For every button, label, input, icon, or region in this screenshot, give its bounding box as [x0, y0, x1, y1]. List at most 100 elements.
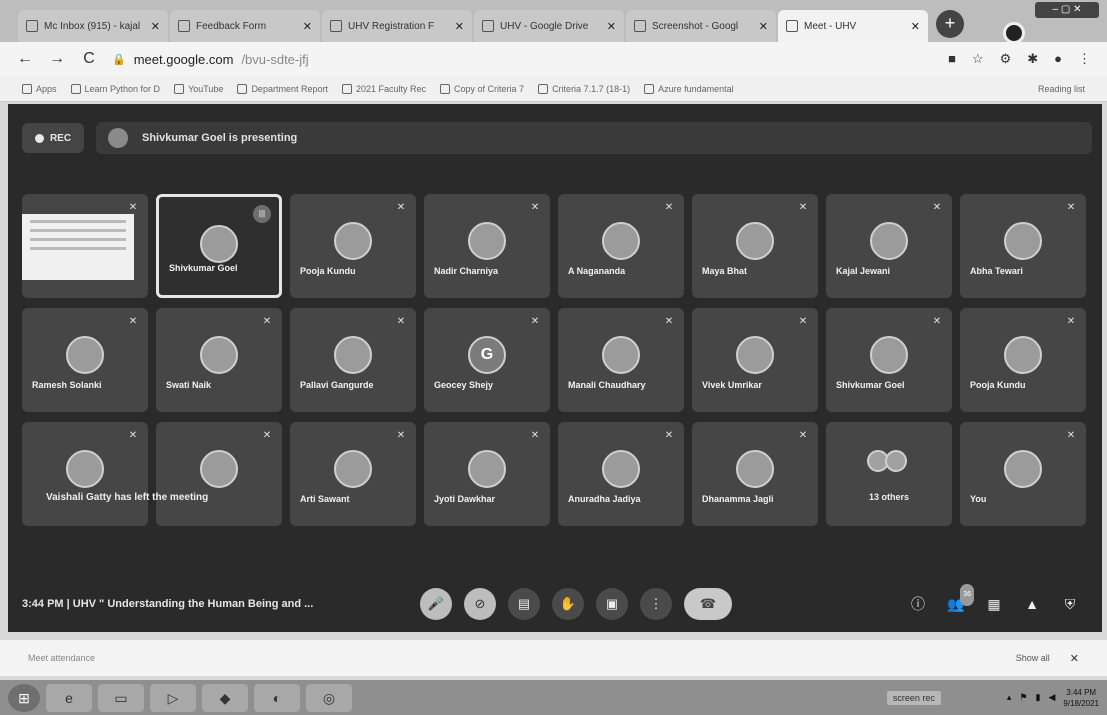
participant-tile[interactable]: ✕ Shivkumar Goel [826, 308, 952, 412]
mic-muted-icon: ✕ [1066, 316, 1076, 327]
volume-icon[interactable]: ◀ [1048, 692, 1055, 703]
host-controls-icon[interactable]: ⛨ [1060, 594, 1080, 614]
participant-avatar [334, 222, 372, 260]
chrome-icon[interactable]: ◎ [306, 683, 352, 712]
bookmark-item[interactable]: YouTube [174, 83, 224, 94]
captions-button[interactable]: ▤ [508, 588, 540, 620]
participant-tile[interactable]: ✕ Anuradha Jadiya [558, 422, 684, 526]
speaking-indicator-icon: ||| [253, 205, 271, 223]
people-icon[interactable]: 👥 36 [946, 584, 974, 614]
participant-tile[interactable]: ✕ Maya Bhat [692, 194, 818, 298]
close-icon[interactable]: ✕ [1070, 652, 1079, 665]
participant-name: Manali Chaudhary [568, 380, 646, 390]
participant-tile[interactable]: ✕ [22, 194, 148, 298]
participant-tile[interactable]: ✕ Dhanamma Jagli [692, 422, 818, 526]
participant-tile[interactable]: ✕ Pallavi Gangurde [290, 308, 416, 412]
bookmark-label: YouTube [188, 83, 224, 94]
bookmark-item[interactable]: Criteria 7.1.7 (18-1) [538, 83, 630, 94]
bookmark-item[interactable]: Apps [22, 83, 57, 94]
participant-tile[interactable]: ✕ Ramesh Solanki [22, 308, 148, 412]
leave-call-button[interactable]: ☎ [684, 588, 732, 620]
profile-icon[interactable] [1003, 22, 1025, 44]
url-field[interactable]: 🔒 meet.google.com/bvu-sdte-jfj [112, 52, 309, 67]
participant-tile[interactable]: ✕ Swati Naik [156, 308, 282, 412]
participant-tile[interactable]: ✕ G Geocey Shejy [424, 308, 550, 412]
participant-tile[interactable]: ✕ A Nagananda [558, 194, 684, 298]
tab-close-icon[interactable]: ✕ [303, 20, 312, 33]
mic-muted-icon: ✕ [664, 202, 674, 213]
presenting-banner[interactable]: Shivkumar Goel is presenting [96, 122, 1092, 154]
ie-icon[interactable]: e [46, 683, 92, 712]
puzzle-icon[interactable]: ✱ [1027, 51, 1038, 67]
tab-close-icon[interactable]: ✕ [911, 20, 920, 33]
meeting-details-icon[interactable]: ⓘ [908, 594, 928, 614]
paint-icon[interactable]: ◐ [254, 683, 300, 712]
app-icon[interactable]: ◆ [202, 683, 248, 712]
browser-tab[interactable]: Screenshot - Googl ✕ [626, 10, 776, 42]
browser-tab[interactable]: Mc Inbox (915) - kajal ✕ [18, 10, 168, 42]
back-icon[interactable]: ← [16, 50, 34, 68]
mic-muted-icon: ✕ [262, 430, 272, 441]
participant-tile[interactable]: ✕ Vivek Umrikar [692, 308, 818, 412]
browser-tab[interactable]: Meet - UHV ✕ [778, 10, 928, 42]
bookmark-item[interactable]: Learn Python for D [70, 83, 160, 94]
bookmark-item[interactable]: Copy of Criteria 7 [440, 83, 524, 94]
extension-icon[interactable]: ⚙ [1000, 51, 1012, 67]
participant-tile[interactable]: ✕ Pooja Kundu [960, 308, 1086, 412]
account-icon[interactable]: ● [1054, 51, 1062, 67]
camera-off-button[interactable]: ⊘ [464, 588, 496, 620]
new-tab-button[interactable]: + [936, 10, 964, 38]
browser-tab[interactable]: UHV Registration F ✕ [322, 10, 472, 42]
participant-tile[interactable]: ✕ Kajal Jewani [826, 194, 952, 298]
window-controls[interactable]: – ▢ ✕ [1035, 2, 1099, 18]
tab-close-icon[interactable]: ✕ [759, 20, 768, 33]
participant-avatar [334, 336, 372, 374]
browser-tab[interactable]: Feedback Form ✕ [170, 10, 320, 42]
participant-tile[interactable]: ✕ You [960, 422, 1086, 526]
menu-icon[interactable]: ⋮ [1078, 51, 1091, 67]
tray-flag-icon[interactable]: ⚑ [1019, 692, 1027, 703]
raise-hand-button[interactable]: ✋ [552, 588, 584, 620]
screen-rec-task[interactable]: screen rec [886, 690, 941, 705]
bookmark-item[interactable]: Azure fundamental [644, 83, 734, 94]
bookmark-item[interactable]: Department Report [237, 83, 328, 94]
clock[interactable]: 3:44 PM 9/18/2021 [1063, 687, 1099, 709]
participant-tile[interactable]: ✕ [22, 422, 148, 526]
start-button[interactable]: ⊞ [8, 683, 40, 712]
mic-off-button[interactable]: 🎤 [420, 588, 452, 620]
participant-tile[interactable]: ✕ [156, 422, 282, 526]
tray-arrow-icon[interactable]: ▴ [1007, 692, 1012, 703]
activities-icon[interactable]: ▲ [1022, 594, 1042, 614]
tab-close-icon[interactable]: ✕ [151, 20, 160, 33]
star-icon[interactable]: ☆ [972, 51, 984, 67]
tab-close-icon[interactable]: ✕ [455, 20, 464, 33]
system-tray: ▴ ⚑ ▮ ◀ 3:44 PM 9/18/2021 [1007, 687, 1099, 709]
camera-icon[interactable]: ■ [948, 51, 956, 67]
tab-label: Mc Inbox (915) - kajal [44, 20, 141, 32]
chat-icon[interactable]: ▦ [984, 594, 1004, 614]
participant-tile[interactable]: ✕ Nadir Charniya [424, 194, 550, 298]
download-item[interactable]: Meet attendance [28, 653, 95, 663]
bookmark-item[interactable]: 2021 Faculty Rec [341, 83, 426, 94]
participant-tile[interactable]: ✕ Abha Tewari [960, 194, 1086, 298]
media-icon[interactable]: ▷ [150, 683, 196, 712]
folder-icon[interactable]: ▭ [98, 683, 144, 712]
participant-tile[interactable]: ✕ Jyoti Dawkhar [424, 422, 550, 526]
participant-tile[interactable]: ✕ Arti Sawant [290, 422, 416, 526]
bookmark-icon [22, 83, 32, 94]
reading-list[interactable]: Reading list [1034, 84, 1085, 94]
browser-tab[interactable]: UHV - Google Drive ✕ [474, 10, 624, 42]
participant-avatar [1004, 222, 1042, 260]
forward-icon[interactable]: → [48, 50, 66, 68]
participant-name: Dhanamma Jagli [702, 494, 774, 504]
more-options-button[interactable]: ⋮ [640, 588, 672, 620]
network-icon[interactable]: ▮ [1036, 692, 1041, 703]
participant-tile[interactable]: ||| Shivkumar Goel [156, 194, 282, 298]
participant-tile[interactable]: ✕ Manali Chaudhary [558, 308, 684, 412]
participant-tile[interactable]: 13 others [826, 422, 952, 526]
participant-tile[interactable]: ✕ Pooja Kundu [290, 194, 416, 298]
tab-close-icon[interactable]: ✕ [607, 20, 616, 33]
present-button[interactable]: ▣ [596, 588, 628, 620]
reload-icon[interactable]: C [80, 50, 98, 68]
show-all-link[interactable]: Show all [1016, 653, 1050, 663]
